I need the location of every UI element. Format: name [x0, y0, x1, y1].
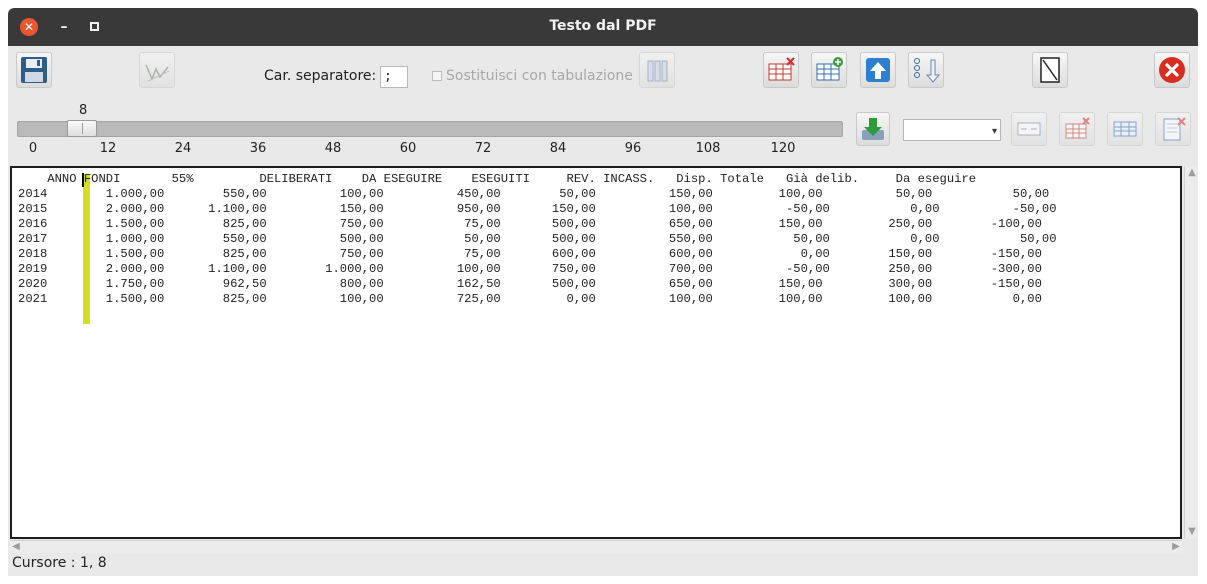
tab-replace-checkbox[interactable]	[432, 71, 442, 81]
blank-page-icon	[1040, 57, 1060, 83]
text-caret	[82, 173, 84, 187]
text-line: 2015 2.000,00 1.100,00 150,00 950,00 150…	[18, 202, 1057, 216]
scroll-up-icon[interactable]: ▲	[1186, 167, 1198, 179]
slider-tick: 12	[99, 141, 117, 156]
merge-columns-button[interactable]	[1011, 112, 1047, 146]
text-line: 2021 1.500,00 825,00 100,00 725,00 0,00 …	[18, 292, 1042, 306]
document-delete-icon	[1163, 117, 1186, 141]
arrow-up-icon	[866, 58, 890, 82]
download-tray-icon	[862, 118, 884, 140]
column-slider-track[interactable]	[17, 121, 843, 137]
slider-tick: 120	[770, 141, 796, 156]
delete-document-button[interactable]	[1155, 112, 1191, 146]
signature-icon	[145, 64, 170, 82]
column-select[interactable]: ▾	[903, 119, 1001, 141]
text-line: 2020 1.750,00 962,50 800,00 162,50 500,0…	[18, 277, 1042, 291]
import-button[interactable]	[856, 112, 890, 146]
scroll-left-icon[interactable]: ◀	[10, 541, 22, 553]
text-line: 2017 1.000,00 550,00 500,00 50,00 500,00…	[18, 232, 1057, 246]
text-line: 2016 1.500,00 825,00 750,00 75,00 500,00…	[18, 217, 1042, 231]
floppy-disk-icon	[21, 57, 47, 83]
table-add-icon	[816, 57, 843, 81]
separator-input[interactable]: ;	[380, 66, 408, 88]
app-window: ✕ – Testo dal PDF Car. separatore: ; Sos…	[8, 8, 1198, 576]
delete-column-button[interactable]	[1059, 112, 1095, 146]
slider-tick: 84	[549, 141, 567, 156]
grid-icon	[1113, 121, 1137, 137]
horizontal-scrollbar[interactable]: ◀ ▶	[10, 540, 1182, 553]
save-button[interactable]	[16, 52, 52, 88]
list-arrow-down-icon	[914, 58, 941, 83]
slider-tick: 60	[399, 141, 417, 156]
slider-tick: 48	[324, 141, 342, 156]
red-close-icon	[1159, 57, 1185, 83]
exit-button[interactable]	[1154, 52, 1190, 88]
chevron-down-icon: ▾	[991, 126, 997, 137]
columns-arrows-icon	[647, 60, 668, 82]
separator-label: Car. separatore:	[264, 68, 377, 84]
slider-tick: 24	[174, 141, 192, 156]
title-bar: ✕ – Testo dal PDF	[8, 8, 1198, 46]
add-table-button[interactable]	[811, 52, 847, 88]
text-line: 2019 2.000,00 1.100,00 1.000,00 100,00 7…	[18, 262, 1042, 276]
slider-tick: 96	[624, 141, 642, 156]
columns-button[interactable]	[639, 52, 675, 88]
vertical-scrollbar[interactable]: ▲ ▼	[1184, 166, 1198, 539]
column-slider-handle[interactable]	[67, 120, 97, 137]
slider-tick: 0	[28, 141, 38, 156]
scroll-right-icon[interactable]: ▶	[1170, 541, 1182, 553]
window-title: Testo dal PDF	[549, 18, 657, 34]
columns-merge-icon	[1017, 122, 1041, 136]
grid-button[interactable]	[1107, 112, 1143, 146]
text-line: ANNO FONDI 55% DELIBERATI DA ESEGUIRE ES…	[18, 172, 977, 186]
tab-replace-label: Sostituisci con tabulazione	[446, 68, 633, 84]
clear-page-button[interactable]	[1032, 52, 1068, 88]
column-delete-icon	[1065, 117, 1090, 139]
slider-tick: 72	[474, 141, 492, 156]
text-line: 2018 1.500,00 825,00 750,00 75,00 600,00…	[18, 247, 1042, 261]
move-down-button[interactable]	[908, 52, 944, 88]
table-delete-icon	[768, 57, 795, 81]
sign-button[interactable]	[139, 52, 175, 88]
delete-table-button[interactable]	[763, 52, 799, 88]
slider-tick: 36	[249, 141, 267, 156]
slider-tick: 108	[695, 141, 721, 156]
move-up-button[interactable]	[860, 52, 896, 88]
pdf-text-content: ANNO FONDI 55% DELIBERATI DA ESEGUIRE ES…	[18, 172, 1057, 307]
cursor-status: Cursore : 1, 8	[12, 555, 107, 571]
scroll-down-icon[interactable]: ▼	[1186, 526, 1198, 538]
pdf-text-area[interactable]: ANNO FONDI 55% DELIBERATI DA ESEGUIRE ES…	[10, 166, 1182, 539]
slider-value: 8	[79, 103, 88, 118]
text-line: 2014 1.000,00 550,00 100,00 450,00 50,00…	[18, 187, 1050, 201]
